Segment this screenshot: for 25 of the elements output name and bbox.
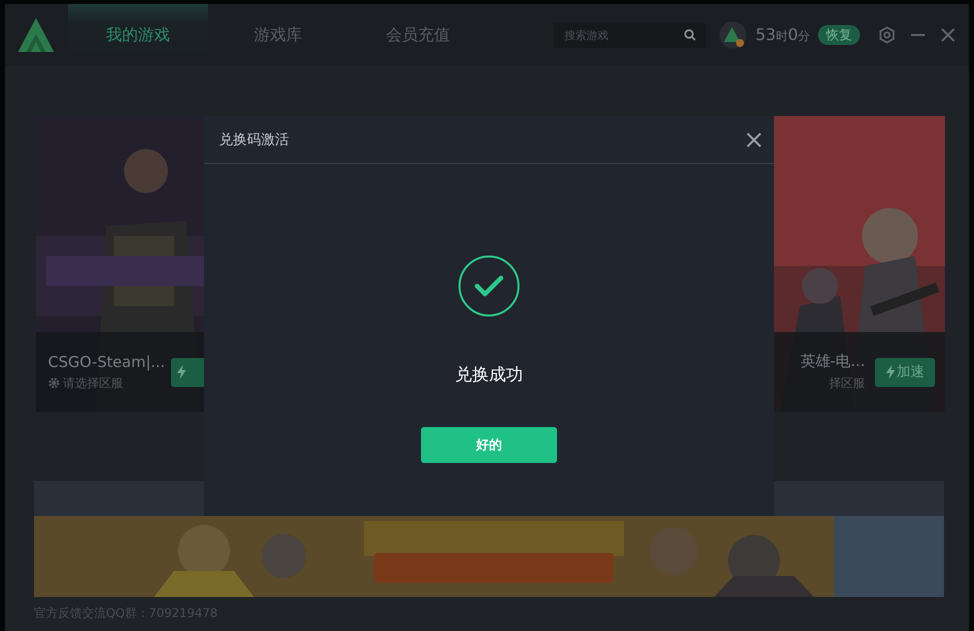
resume-button[interactable]: 恢复: [818, 25, 860, 45]
lightning-icon: [177, 365, 186, 379]
server-select-text[interactable]: 择区服: [829, 375, 865, 392]
server-select-text[interactable]: 请选择区服: [63, 374, 123, 392]
close-icon[interactable]: [746, 132, 762, 148]
ok-button[interactable]: 好的: [421, 427, 557, 463]
boost-button[interactable]: 加速: [875, 358, 935, 386]
nav-tab[interactable]: 游戏库: [208, 4, 348, 66]
success-message: 兑换成功: [455, 364, 523, 386]
success-check-icon: [458, 255, 520, 317]
game-title: CSGO-Steam|...: [48, 352, 166, 370]
lightning-icon: [886, 365, 894, 379]
time-remaining-text: 分: [798, 28, 810, 45]
time-remaining-text: 53: [755, 25, 776, 44]
time-remaining-text: 0: [788, 25, 798, 44]
logo-icon: [18, 18, 54, 52]
nav-tab[interactable]: 会员充值: [348, 4, 488, 66]
close-icon[interactable]: [940, 27, 956, 43]
search-field[interactable]: 搜索游戏: [554, 22, 706, 48]
search-icon: [684, 28, 696, 40]
avatar-icon: [719, 21, 748, 49]
gear-icon: [48, 377, 60, 389]
settings-icon[interactable]: [878, 26, 896, 44]
time-remaining-text: 时: [776, 28, 788, 45]
game-title: 英雄-电...: [800, 352, 865, 371]
